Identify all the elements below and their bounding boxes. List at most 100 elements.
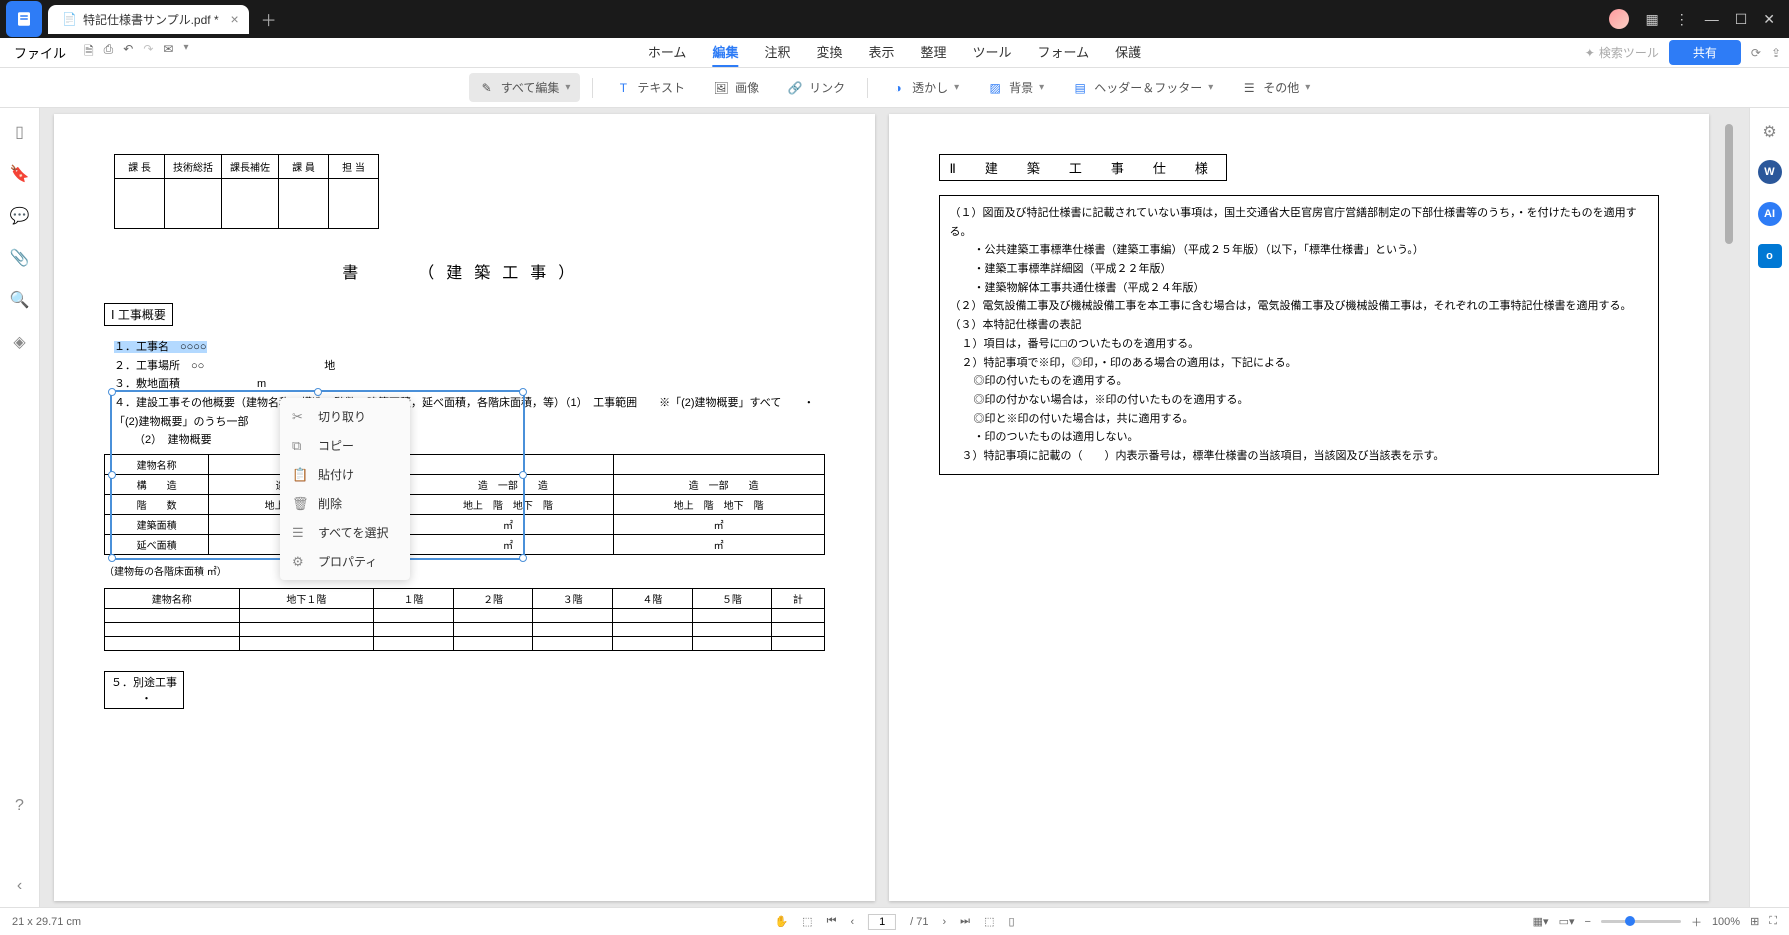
ai-badge[interactable]: AI [1758, 202, 1782, 226]
header-footer-button[interactable]: ▤ ヘッダー＆フッター ▾ [1062, 73, 1223, 102]
document-tab[interactable]: 📄 特記仕様書サンプル.pdf * × [48, 5, 249, 34]
table-cell: ㎡ [613, 535, 824, 555]
thumbnails-icon[interactable]: ▯ [15, 122, 24, 142]
search-icon[interactable]: 🔍 [10, 290, 30, 310]
table-header: 計 [772, 589, 824, 609]
tab-home[interactable]: ホーム [648, 38, 687, 67]
tab-view[interactable]: 表示 [868, 38, 894, 67]
mail-icon[interactable]: ✉ [163, 42, 173, 63]
text-icon: T [615, 80, 631, 96]
spec-sub: １）項目は，番号に□のついたものを適用する。 [950, 335, 1649, 354]
close-tab-icon[interactable]: × [230, 11, 238, 27]
word-export-badge[interactable]: W [1758, 160, 1782, 184]
copy-icon: ⧉ [292, 438, 308, 454]
resize-handle[interactable] [519, 388, 527, 396]
ctx-copy[interactable]: ⧉コピー [280, 431, 410, 460]
upload-icon[interactable]: ⇪ [1771, 46, 1781, 60]
resize-handle[interactable] [108, 471, 116, 479]
prev-page-icon[interactable]: ‹ [850, 916, 854, 928]
tab-organize[interactable]: 整理 [921, 38, 947, 67]
text-label: テキスト [637, 79, 685, 96]
tab-edit[interactable]: 編集 [712, 38, 738, 67]
outlook-badge[interactable]: o [1758, 244, 1782, 268]
zoom-out-icon[interactable]: − [1585, 916, 1591, 928]
background-button[interactable]: ▨ 背景 ▾ [977, 73, 1054, 102]
select-tool-icon[interactable]: ⬚ [802, 915, 812, 928]
view-mode-icon[interactable]: ▦▾ [1533, 915, 1549, 928]
link-button[interactable]: 🔗 リンク [777, 73, 855, 102]
new-tab-button[interactable]: ＋ [261, 7, 277, 31]
comments-icon[interactable]: 💬 [10, 206, 30, 226]
fit-page-icon[interactable]: ▯ [1008, 915, 1014, 928]
page-number-input[interactable] [868, 914, 896, 930]
vertical-scrollbar[interactable] [1723, 114, 1735, 901]
qat-chevron-icon[interactable]: ▾ [183, 42, 188, 63]
ctx-cut[interactable]: ✂切り取り [280, 402, 410, 431]
ctx-delete[interactable]: 🗑削除 [280, 489, 410, 518]
image-button[interactable]: 🖼 画像 [703, 73, 769, 102]
reading-mode-icon[interactable]: ▭▾ [1559, 915, 1575, 928]
file-menu[interactable]: ファイル [8, 43, 72, 62]
save-icon[interactable]: 🗎 [84, 42, 94, 63]
image-icon: 🖼 [713, 80, 729, 96]
ctx-select-all[interactable]: ☰すべてを選択 [280, 518, 410, 547]
resize-handle[interactable] [314, 388, 322, 396]
tab-form[interactable]: フォーム [1038, 38, 1090, 67]
fullscreen-icon[interactable]: ⛶ [1769, 915, 1777, 928]
resize-handle[interactable] [108, 388, 116, 396]
share-button[interactable]: 共有 [1669, 40, 1741, 65]
fit-width-icon[interactable]: ⬚ [984, 915, 994, 928]
main-area: ▯ 🔖 💬 📎 🔍 ◈ ? ‹ 課 長 技術総括 課長補佐 課 員 担 当 書 … [0, 108, 1789, 907]
search-tool[interactable]: ✦ 検索ツール [1585, 44, 1659, 61]
page-2: Ⅱ 建 築 工 事 仕 様 （１）図面及び特記仕様書に記載されていない事項は，国… [889, 114, 1710, 901]
collapse-left-icon[interactable]: ‹ [17, 877, 22, 895]
first-page-icon[interactable]: ⏮ [827, 915, 837, 928]
attachments-icon[interactable]: 📎 [10, 248, 30, 268]
tab-convert[interactable]: 変換 [816, 38, 842, 67]
bookmarks-icon[interactable]: 🔖 [10, 164, 30, 184]
tab-tool[interactable]: ツール [973, 38, 1012, 67]
undo-icon[interactable]: ↶ [123, 42, 133, 63]
cloud-sync-icon[interactable]: ⟳ [1751, 46, 1761, 60]
edit-all-button[interactable]: ✎ すべて編集 ▾ [469, 73, 581, 102]
watermark-button[interactable]: ◑ 透かし ▾ [880, 73, 969, 102]
zoom-slider[interactable] [1601, 920, 1681, 923]
print-icon[interactable]: ⎙ [104, 42, 114, 63]
statusbar: 21 x 29.71 cm ✋ ⬚ ⏮ ‹ / 71 › ⏭ ⬚ ▯ ▦▾ ▭▾… [0, 907, 1789, 935]
table-header: 課長補佐 [222, 155, 279, 179]
wand-icon: ✦ [1585, 46, 1595, 60]
layers-icon[interactable]: ◈ [13, 332, 25, 352]
spec-sub: ◎印の付かない場合は，※印の付いたものを適用する。 [950, 391, 1649, 410]
grid-icon[interactable]: ⊞ [1750, 915, 1759, 928]
other-button[interactable]: ☰ その他 ▾ [1231, 73, 1320, 102]
more-icon[interactable]: ⋮ [1675, 11, 1689, 28]
tab-comment[interactable]: 注釈 [764, 38, 790, 67]
settings-icon[interactable]: ⚙ [1762, 122, 1776, 142]
text-button[interactable]: T テキスト [605, 73, 695, 102]
maximize-icon[interactable]: ☐ [1735, 11, 1748, 28]
last-page-icon[interactable]: ⏭ [960, 915, 970, 928]
hand-tool-icon[interactable]: ✋ [774, 915, 788, 928]
titlebar: 📄 特記仕様書サンプル.pdf * × ＋ ▦ ⋮ — ☐ ✕ [0, 0, 1789, 38]
close-window-icon[interactable]: ✕ [1763, 11, 1775, 28]
zoom-value[interactable]: 100% [1712, 916, 1740, 928]
tab-protect[interactable]: 保護 [1115, 38, 1141, 67]
page-dimensions: 21 x 29.71 cm [12, 916, 81, 928]
resize-handle[interactable] [519, 471, 527, 479]
scrollbar-thumb[interactable] [1725, 124, 1733, 244]
ctx-paste[interactable]: 📋貼付け [280, 460, 410, 489]
resize-handle[interactable] [519, 554, 527, 562]
zoom-slider-thumb[interactable] [1625, 916, 1635, 926]
redo-icon[interactable]: ↷ [143, 42, 153, 63]
user-avatar[interactable] [1609, 9, 1629, 29]
app-icon[interactable] [6, 1, 42, 37]
ctx-properties[interactable]: ⚙プロパティ [280, 547, 410, 576]
document-viewport[interactable]: 課 長 技術総括 課長補佐 課 員 担 当 書 （建築工事） [40, 108, 1749, 907]
resize-handle[interactable] [108, 554, 116, 562]
help-icon[interactable]: ? [15, 797, 24, 815]
next-page-icon[interactable]: › [943, 916, 947, 928]
zoom-in-icon[interactable]: ＋ [1691, 914, 1702, 930]
app-menu-icon[interactable]: ▦ [1645, 11, 1658, 28]
minimize-icon[interactable]: — [1705, 11, 1719, 27]
separator [867, 78, 868, 98]
